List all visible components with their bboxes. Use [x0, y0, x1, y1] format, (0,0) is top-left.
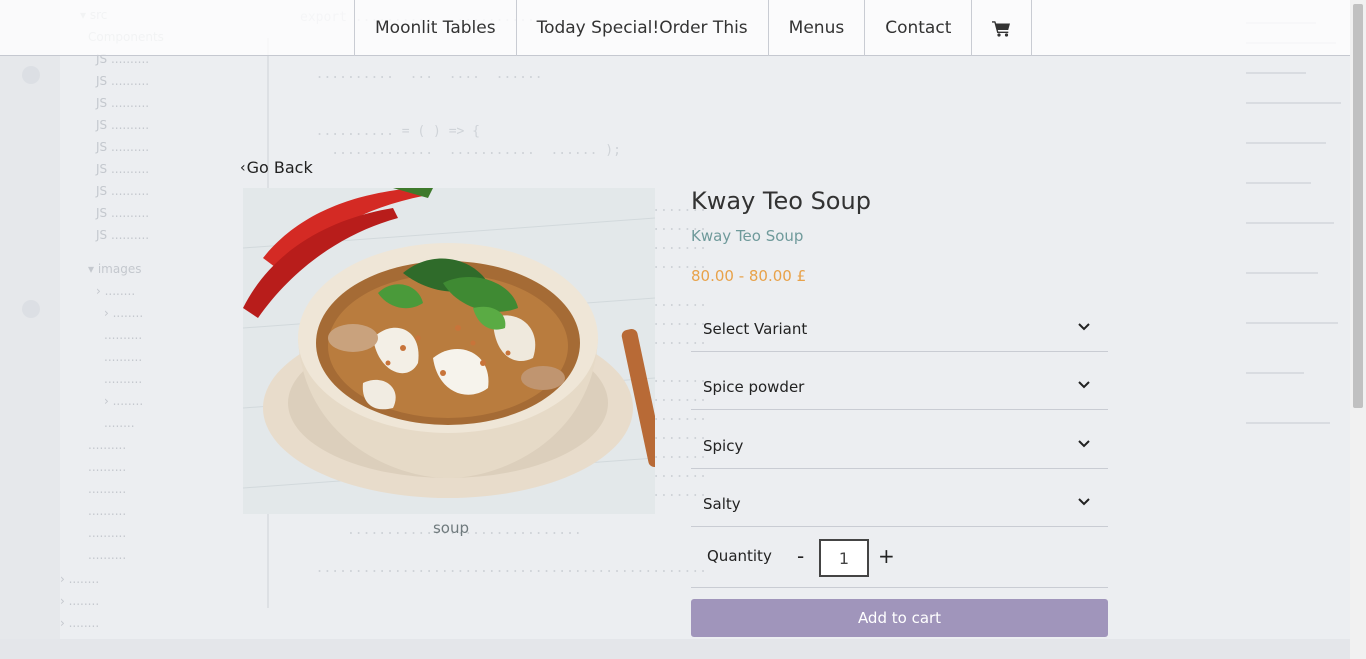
scrollbar-thumb[interactable] [1353, 4, 1363, 408]
soup-illustration [243, 188, 655, 514]
nav-item-menus[interactable]: Menus [767, 0, 865, 56]
nav-item-moonlit-tables[interactable]: Moonlit Tables [354, 0, 516, 56]
chevron-left-icon: ‹ [240, 159, 246, 176]
option-label: Spice powder [703, 378, 805, 396]
option-label: Salty [703, 495, 741, 513]
salty-dropdown[interactable]: Salty [691, 477, 1108, 527]
nav-item-contact[interactable]: Contact [864, 0, 971, 56]
chevron-down-icon [1078, 381, 1090, 389]
product-price: 80.00 - 80.00 £ [691, 267, 807, 285]
go-back-label: Go Back [246, 158, 313, 177]
top-navigation: Moonlit Tables Today Special!Order This … [0, 0, 1350, 56]
quantity-row: Quantity - + [691, 528, 1108, 588]
quantity-input[interactable] [819, 539, 869, 577]
image-caption: soup [432, 519, 470, 537]
background-activity-bar [0, 0, 60, 640]
product-image [243, 188, 655, 514]
spice-powder-dropdown[interactable]: Spice powder [691, 360, 1108, 410]
product-subtitle: Kway Teo Soup [691, 227, 804, 245]
nav-menu: Moonlit Tables Today Special!Order This … [354, 0, 1033, 56]
add-to-cart-button[interactable]: Add to cart [691, 599, 1108, 637]
background-minimap [1236, 12, 1350, 632]
page-scrollbar[interactable] [1350, 0, 1366, 659]
quantity-label: Quantity [707, 547, 772, 565]
select-variant-dropdown[interactable]: Select Variant [691, 302, 1108, 352]
option-label: Select Variant [703, 320, 808, 338]
background-file-tree: ▾ src Components JS .......... JS ......… [60, 8, 164, 630]
background-editor: ▾ src Components JS .......... JS ......… [0, 0, 1366, 659]
go-back-link[interactable]: ‹ Go Back [240, 158, 313, 177]
spicy-dropdown[interactable]: Spicy [691, 419, 1108, 469]
chevron-down-icon [1078, 498, 1090, 506]
option-label: Spicy [703, 437, 744, 455]
quantity-decrease-button[interactable]: - [797, 544, 804, 568]
chevron-down-icon [1078, 440, 1090, 448]
cart-icon [992, 20, 1011, 37]
quantity-increase-button[interactable]: + [878, 544, 895, 568]
chevron-down-icon [1078, 323, 1090, 331]
nav-item-today-special[interactable]: Today Special!Order This [515, 0, 768, 56]
cart-button[interactable] [971, 0, 1033, 56]
product-title: Kway Teo Soup [691, 187, 871, 215]
background-status-bar [0, 639, 1350, 659]
